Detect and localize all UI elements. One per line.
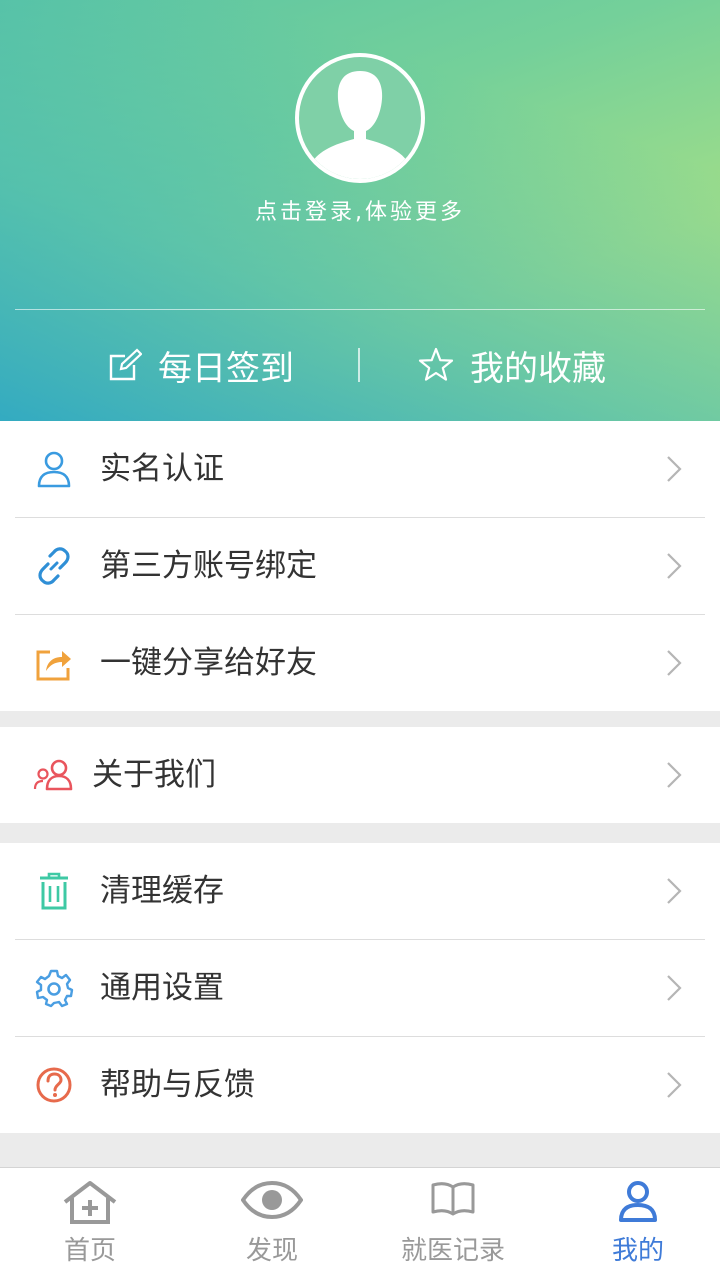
edit-icon [109, 348, 142, 381]
menu-item-about-us[interactable]: 关于我们 [0, 727, 720, 823]
users-icon [33, 759, 73, 791]
daily-checkin-button[interactable]: 每日签到 [108, 330, 294, 400]
menu-group-about: 关于我们 [0, 727, 720, 823]
book-icon [431, 1182, 475, 1216]
avatar-silhouette-icon [313, 71, 407, 179]
menu-item-label: 清理缓存 [100, 873, 224, 909]
chevron-right-icon [667, 1072, 682, 1098]
bottom-tab-bar: 首页 发现 就医记录 我的 [0, 1167, 720, 1281]
menu-item-label: 帮助与反馈 [100, 1067, 255, 1103]
daily-checkin-label: 每日签到 [158, 348, 294, 389]
help-icon [36, 1067, 72, 1103]
chevron-right-icon [667, 975, 682, 1001]
star-icon [418, 347, 454, 381]
menu-item-label: 通用设置 [100, 970, 224, 1006]
quick-action-separator [358, 348, 360, 382]
trash-icon [40, 872, 68, 910]
menu-item-label: 第三方账号绑定 [100, 548, 317, 584]
login-hint[interactable]: 点击登录,体验更多 [0, 194, 720, 226]
eye-icon [241, 1180, 303, 1220]
tab-label: 就医记录 [400, 1236, 505, 1266]
gear-icon [35, 969, 74, 1008]
menu-item-label: 一键分享给好友 [100, 645, 317, 681]
menu-item-label: 关于我们 [92, 757, 216, 793]
tab-label: 发现 [245, 1236, 298, 1266]
my-favorites-button[interactable]: 我的收藏 [418, 330, 606, 400]
menu-group-account: 实名认证 第三方账号绑定 一键分享给好友 [0, 421, 720, 711]
menu-item-general-settings[interactable]: 通用设置 [0, 940, 720, 1036]
menu-item-share[interactable]: 一键分享给好友 [0, 615, 720, 711]
share-icon [36, 650, 71, 681]
avatar[interactable] [295, 53, 425, 183]
tab-medical-records[interactable]: 就医记录 [363, 1168, 543, 1281]
menu-item-real-name[interactable]: 实名认证 [0, 421, 720, 517]
menu-item-help-feedback[interactable]: 帮助与反馈 [0, 1037, 720, 1133]
menu-item-clear-cache[interactable]: 清理缓存 [0, 843, 720, 939]
chevron-right-icon [667, 878, 682, 904]
user-icon [37, 451, 71, 488]
header-divider [15, 309, 705, 310]
chevron-right-icon [667, 762, 682, 788]
tab-mine[interactable]: 我的 [548, 1168, 720, 1281]
profile-icon [619, 1181, 657, 1222]
tab-discover[interactable]: 发现 [182, 1168, 362, 1281]
menu-item-third-party-binding[interactable]: 第三方账号绑定 [0, 518, 720, 614]
profile-header: 点击登录,体验更多 每日签到 我的收藏 [0, 0, 720, 421]
link-icon [38, 547, 70, 585]
tab-label: 首页 [63, 1236, 116, 1266]
home-icon [63, 1181, 117, 1224]
chevron-right-icon [667, 553, 682, 579]
my-favorites-label: 我的收藏 [470, 348, 606, 389]
tab-label: 我的 [611, 1236, 664, 1266]
tab-home[interactable]: 首页 [0, 1168, 180, 1281]
chevron-right-icon [667, 456, 682, 482]
menu-item-label: 实名认证 [100, 451, 224, 487]
chevron-right-icon [667, 650, 682, 676]
menu-group-settings: 清理缓存 通用设置 帮助与反馈 [0, 843, 720, 1133]
